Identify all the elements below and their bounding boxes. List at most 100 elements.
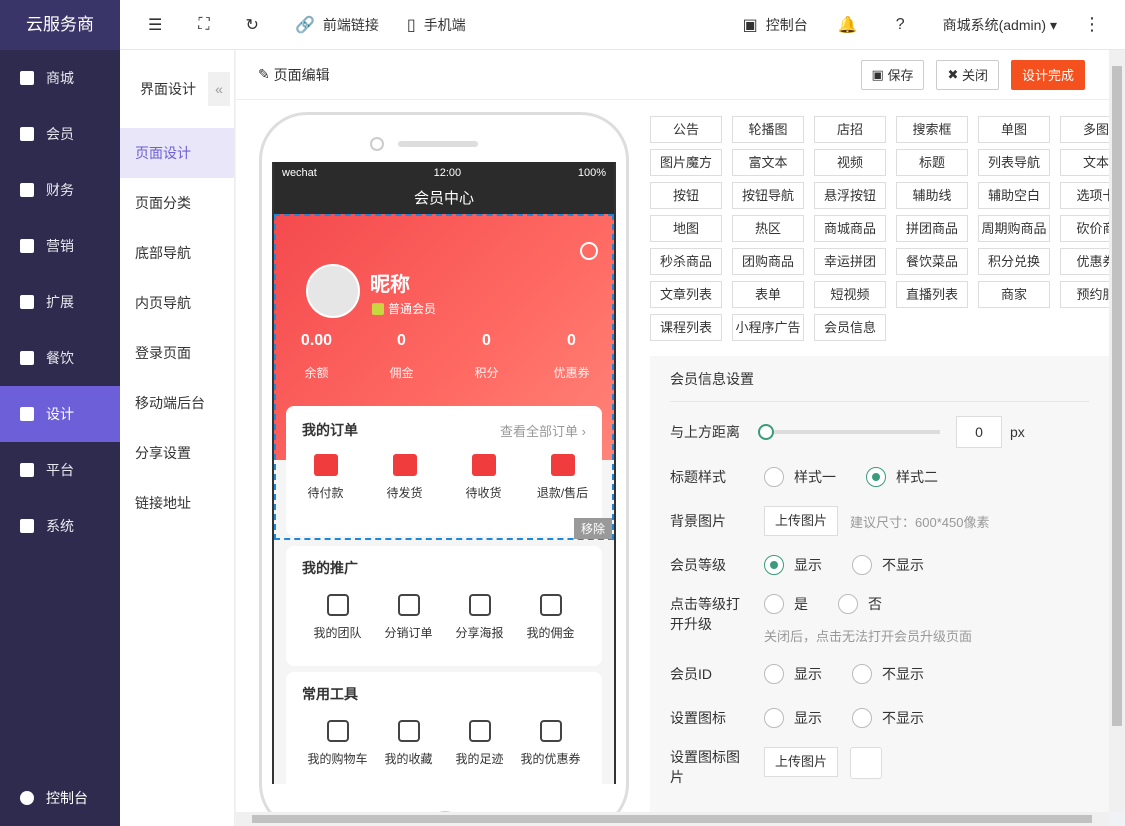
- comp-button[interactable]: 热区: [732, 215, 804, 242]
- subnav-item-mobile-admin[interactable]: 移动端后台: [120, 378, 234, 428]
- comp-button[interactable]: 文章列表: [650, 281, 722, 308]
- comp-button[interactable]: 小程序广告: [732, 314, 804, 341]
- comp-button[interactable]: 店招: [814, 116, 886, 143]
- promo-orders[interactable]: 分销订单: [373, 594, 444, 641]
- comp-button[interactable]: 标题: [896, 149, 968, 176]
- slider-handle[interactable]: [758, 424, 774, 440]
- id-hide-radio[interactable]: 不显示: [852, 664, 924, 684]
- comp-button[interactable]: 课程列表: [650, 314, 722, 341]
- upload-icon-button[interactable]: 上传图片: [764, 747, 839, 777]
- comp-button[interactable]: 直播列表: [896, 281, 968, 308]
- comp-button[interactable]: 短视频: [814, 281, 886, 308]
- tool-coupons[interactable]: 我的优惠券: [515, 720, 586, 767]
- subnav-item-page-category[interactable]: 页面分类: [120, 178, 234, 228]
- frontend-link-button[interactable]: 🔗 前端链接: [295, 15, 379, 35]
- comp-button[interactable]: 选项卡: [1060, 182, 1109, 209]
- comp-button[interactable]: 表单: [732, 281, 804, 308]
- tool-cart[interactable]: 我的购物车: [302, 720, 373, 767]
- tool-favorites[interactable]: 我的收藏: [373, 720, 444, 767]
- distance-input[interactable]: 0: [956, 416, 1002, 448]
- close-button[interactable]: ✖ 关闭: [936, 59, 999, 90]
- comp-button[interactable]: 餐饮菜品: [896, 248, 968, 275]
- sidebar-item-member[interactable]: 会员: [0, 106, 120, 162]
- comp-button[interactable]: 辅助线: [896, 182, 968, 209]
- comp-button[interactable]: 视频: [814, 149, 886, 176]
- comp-button[interactable]: 周期购商品: [978, 215, 1050, 242]
- upload-bg-button[interactable]: 上传图片: [764, 506, 839, 536]
- subnav-item-inner-nav[interactable]: 内页导航: [120, 278, 234, 328]
- collapse-icon[interactable]: «: [208, 72, 230, 106]
- subnav-item-share-settings[interactable]: 分享设置: [120, 428, 234, 478]
- member-info-block[interactable]: 昵称 普通会员 0.00 余额 0 佣金 0 积分 0 优惠券 我的订单 查看全部订单 ›…: [274, 214, 614, 540]
- comp-button[interactable]: 拼团商品: [896, 215, 968, 242]
- comp-button[interactable]: 地图: [650, 215, 722, 242]
- comp-button[interactable]: 砍价商: [1060, 215, 1109, 242]
- click-level-yes-radio[interactable]: 是: [764, 594, 808, 614]
- sidebar-item-design[interactable]: 设计: [0, 386, 120, 442]
- comp-button[interactable]: 按钮: [650, 182, 722, 209]
- comp-button[interactable]: 优惠券: [1060, 248, 1109, 275]
- comp-button[interactable]: 公告: [650, 116, 722, 143]
- sidebar-item-marketing[interactable]: 营销: [0, 218, 120, 274]
- console-button[interactable]: ▣ 控制台: [743, 15, 808, 35]
- comp-button[interactable]: 预约服: [1060, 281, 1109, 308]
- click-level-no-radio[interactable]: 否: [838, 594, 882, 614]
- remove-button[interactable]: 移除: [573, 518, 612, 539]
- refresh-icon[interactable]: ↻: [246, 15, 267, 35]
- subnav-item-login-page[interactable]: 登录页面: [120, 328, 234, 378]
- comp-button[interactable]: 商家: [978, 281, 1050, 308]
- id-show-radio[interactable]: 显示: [764, 664, 822, 684]
- help-icon[interactable]: ?: [896, 16, 913, 34]
- comp-button[interactable]: 团购商品: [732, 248, 804, 275]
- bell-icon[interactable]: 🔔: [838, 15, 866, 35]
- promo-poster[interactable]: 分享海报: [444, 594, 515, 641]
- user-menu[interactable]: 商城系统(admin) ▾: [943, 15, 1057, 35]
- level-hide-radio[interactable]: 不显示: [852, 555, 924, 575]
- comp-button[interactable]: 商城商品: [814, 215, 886, 242]
- distance-slider[interactable]: [758, 424, 940, 440]
- promo-commission[interactable]: 我的佣金: [515, 594, 586, 641]
- comp-button[interactable]: 图片魔方: [650, 149, 722, 176]
- menu-toggle-icon[interactable]: ☰: [148, 15, 170, 35]
- comp-button[interactable]: 搜索框: [896, 116, 968, 143]
- comp-button[interactable]: 幸运拼团: [814, 248, 886, 275]
- sidebar-item-dining[interactable]: 餐饮: [0, 330, 120, 386]
- comp-button[interactable]: 积分兑换: [978, 248, 1050, 275]
- scroll-thumb[interactable]: [252, 815, 1092, 823]
- icon-hide-radio[interactable]: 不显示: [852, 708, 924, 728]
- comp-button[interactable]: 辅助空白: [978, 182, 1050, 209]
- promo-team[interactable]: 我的团队: [302, 594, 373, 641]
- comp-button[interactable]: 悬浮按钮: [814, 182, 886, 209]
- level-show-radio[interactable]: 显示: [764, 555, 822, 575]
- horizontal-scrollbar[interactable]: [236, 812, 1109, 826]
- sidebar-console[interactable]: 控制台: [0, 770, 120, 826]
- sidebar-item-extend[interactable]: 扩展: [0, 274, 120, 330]
- comp-button[interactable]: 会员信息: [814, 314, 886, 341]
- comp-button[interactable]: 按钮导航: [732, 182, 804, 209]
- tool-footprint[interactable]: 我的足迹: [444, 720, 515, 767]
- scroll-thumb[interactable]: [1112, 66, 1122, 726]
- sidebar-item-mall[interactable]: 商城: [0, 50, 120, 106]
- save-button[interactable]: ▣ 保存: [860, 59, 925, 90]
- sidebar-item-system[interactable]: 系统: [0, 498, 120, 554]
- comp-button[interactable]: 富文本: [732, 149, 804, 176]
- comp-button[interactable]: 列表导航: [978, 149, 1050, 176]
- subnav-item-page-design[interactable]: 页面设计: [120, 128, 234, 178]
- comp-button[interactable]: 单图: [978, 116, 1050, 143]
- mobile-button[interactable]: ▯ 手机端: [407, 15, 466, 35]
- style1-radio[interactable]: 样式一: [764, 467, 836, 487]
- style2-radio[interactable]: 样式二: [866, 467, 938, 487]
- comp-button[interactable]: 轮播图: [732, 116, 804, 143]
- more-icon[interactable]: ⋮: [1083, 14, 1101, 35]
- fullscreen-icon[interactable]: ⛶: [198, 16, 217, 34]
- comp-button[interactable]: 文本: [1060, 149, 1109, 176]
- sidebar-item-platform[interactable]: 平台: [0, 442, 120, 498]
- comp-button[interactable]: 秒杀商品: [650, 248, 722, 275]
- design-done-button[interactable]: 设计完成: [1010, 59, 1085, 90]
- sidebar-item-finance[interactable]: 财务: [0, 162, 120, 218]
- comp-button[interactable]: 多图: [1060, 116, 1109, 143]
- subnav-item-link-address[interactable]: 链接地址: [120, 478, 234, 528]
- subnav-item-bottom-nav[interactable]: 底部导航: [120, 228, 234, 278]
- icon-show-radio[interactable]: 显示: [764, 708, 822, 728]
- vertical-scrollbar[interactable]: [1109, 50, 1125, 812]
